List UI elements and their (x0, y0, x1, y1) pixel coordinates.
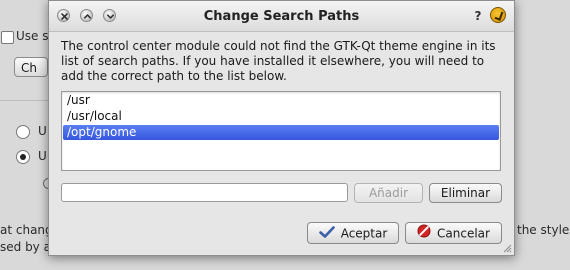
cancel-button[interactable]: Cancelar (405, 222, 502, 244)
background-radio-1[interactable] (16, 125, 30, 139)
resize-grip-icon[interactable] (502, 243, 512, 253)
background-radio-1-label: U (38, 124, 47, 138)
search-paths-list[interactable]: /usr /usr/local /opt/gnome (61, 91, 501, 171)
remove-button[interactable]: Eliminar (429, 183, 502, 203)
list-item[interactable]: /usr/local (63, 109, 499, 124)
ok-button[interactable]: Aceptar (307, 222, 399, 244)
background-checkbox[interactable] (1, 31, 14, 44)
help-icon[interactable]: ? (470, 8, 486, 24)
cancel-icon (417, 224, 431, 244)
checkmark-icon (318, 224, 335, 244)
list-item[interactable]: /usr (63, 93, 499, 108)
list-item-selected[interactable]: /opt/gnome (63, 125, 499, 140)
background-radio-2-label: U (38, 149, 47, 163)
ok-button-label: Aceptar (340, 226, 388, 241)
dialog-title: Change Search Paths (203, 9, 360, 24)
add-button[interactable]: Añadir (354, 183, 423, 203)
background-text-right: the styles (517, 223, 570, 237)
background-radio-2[interactable] (16, 150, 30, 164)
change-search-paths-dialog: Change Search Paths ? The control center… (48, 0, 515, 256)
background-separator (0, 100, 48, 101)
dialog-titlebar[interactable]: Change Search Paths ? (49, 1, 514, 32)
dialog-message: The control center module could not find… (61, 39, 496, 83)
app-icon[interactable] (490, 7, 506, 23)
path-input[interactable] (61, 183, 348, 202)
background-spacer (14, 60, 26, 80)
background-text-1: at chang (0, 223, 53, 237)
cancel-button-label: Cancelar (437, 226, 490, 241)
